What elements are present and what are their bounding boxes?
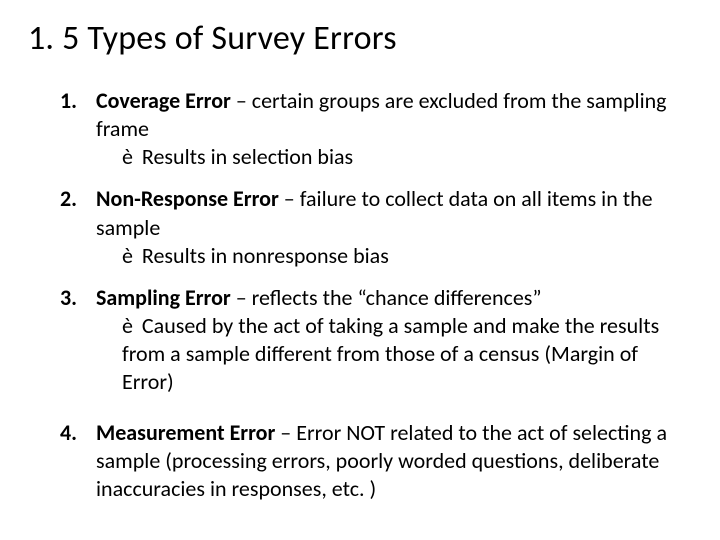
term-measurement-error: Measurement Error: [96, 419, 275, 446]
list-item: Coverage Error – certain groups are excl…: [60, 87, 690, 171]
arrow-icon: è: [122, 143, 133, 170]
arrow-text: Results in nonresponse bias: [137, 242, 389, 269]
item-separator: –: [275, 419, 296, 446]
item-description: reflects the “chance differences”: [252, 284, 542, 311]
term-non-response-error: Non-Response Error: [96, 185, 279, 212]
term-sampling-error: Sampling Error: [96, 284, 231, 311]
arrow-line: è Results in selection bias: [96, 143, 690, 171]
item-separator: –: [279, 185, 300, 212]
arrow-line: è Results in nonresponse bias: [96, 242, 690, 270]
error-types-list: Coverage Error – certain groups are excl…: [28, 87, 690, 503]
list-item: Measurement Error – Error NOT related to…: [60, 419, 690, 503]
term-coverage-error: Coverage Error: [96, 87, 231, 114]
slide-title: 1. 5 Types of Survey Errors: [28, 18, 690, 59]
item-separator: –: [231, 284, 252, 311]
arrow-text: Caused by the act of taking a sample and…: [122, 312, 659, 395]
arrow-text: Results in selection bias: [137, 143, 353, 170]
item-separator: –: [231, 87, 252, 114]
list-item: Non-Response Error – failure to collect …: [60, 185, 690, 269]
arrow-icon: è: [122, 242, 133, 269]
arrow-line: è Caused by the act of taking a sample a…: [96, 312, 690, 396]
list-item: Sampling Error – reflects the “chance di…: [60, 284, 690, 397]
arrow-icon: è: [122, 312, 133, 339]
